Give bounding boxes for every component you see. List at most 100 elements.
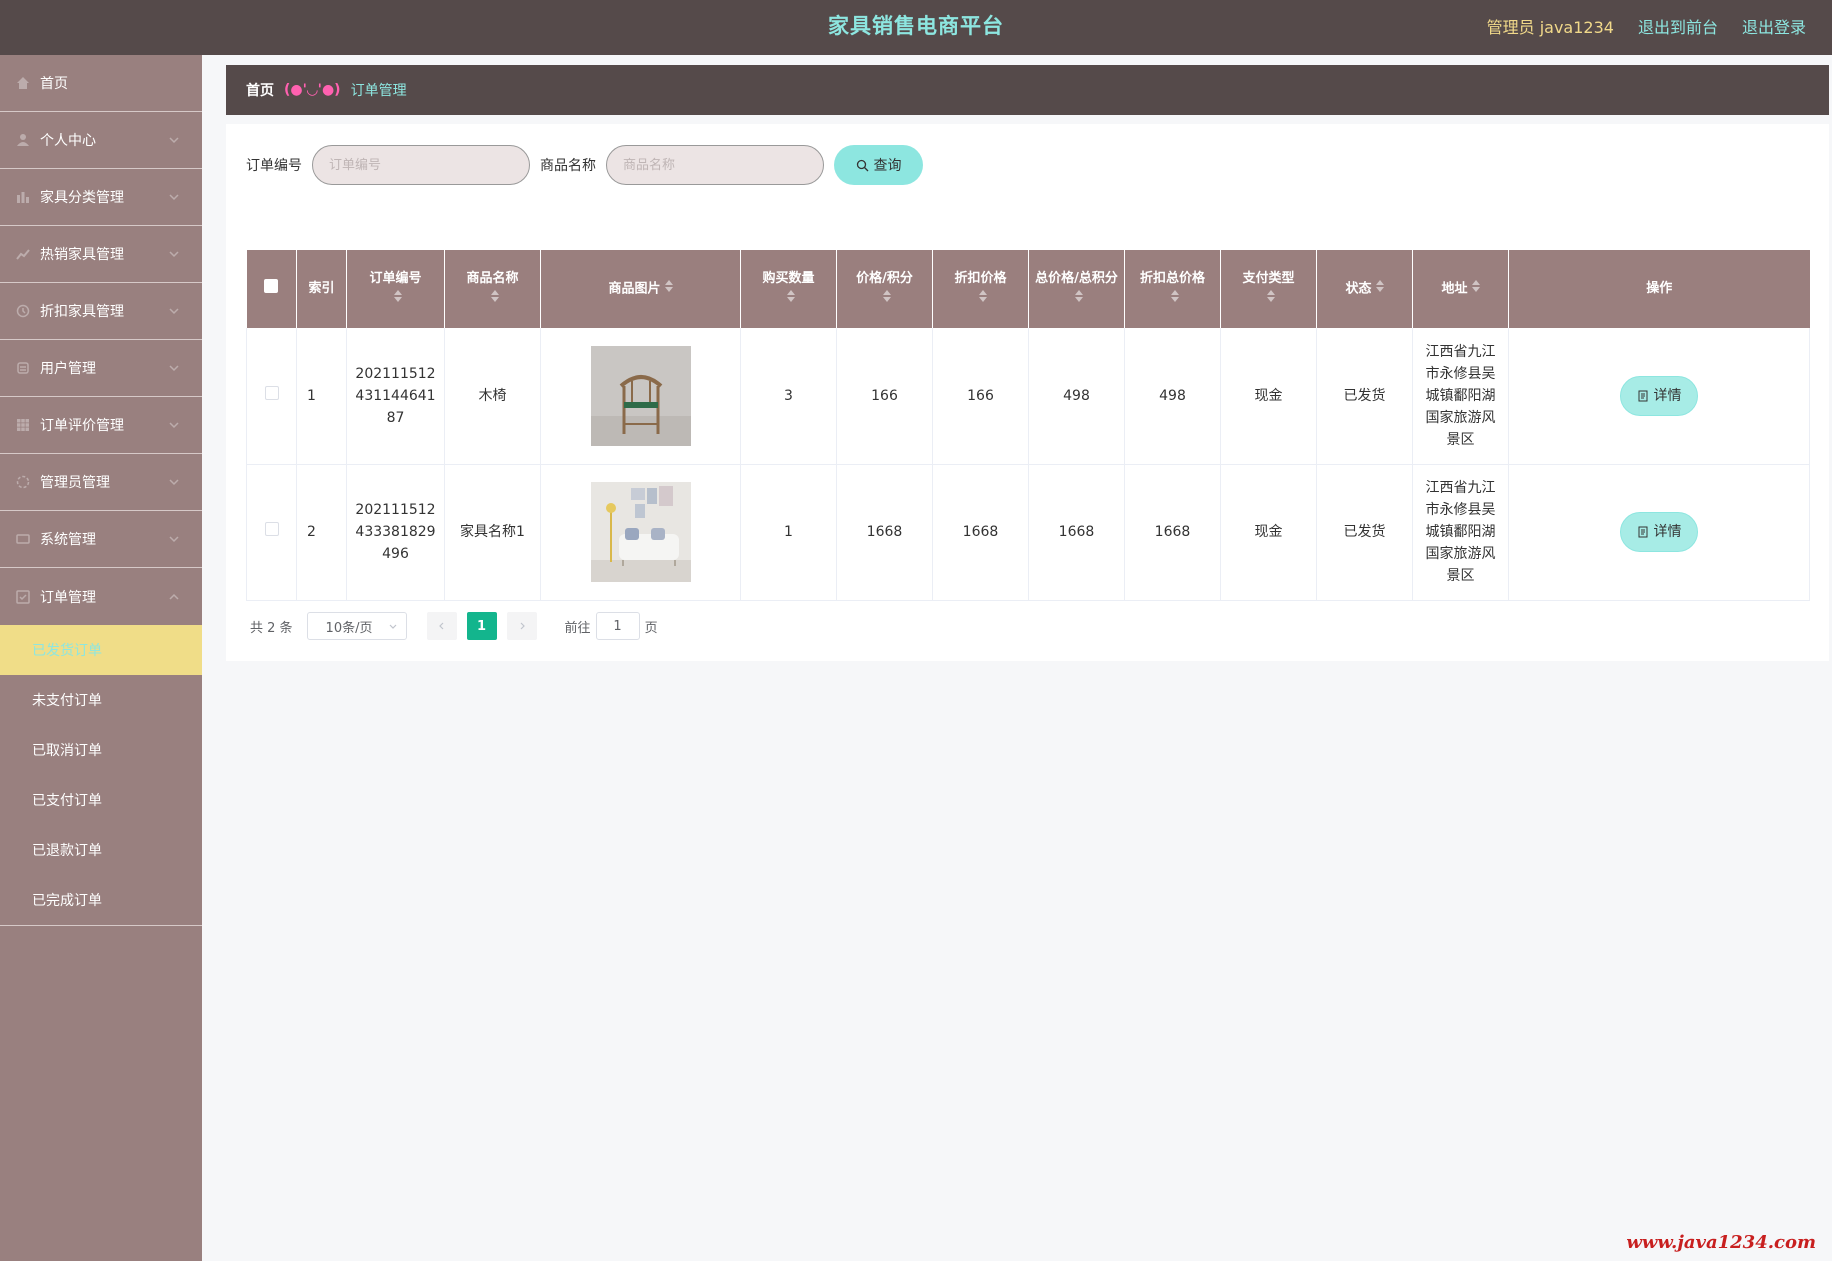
submenu-refunded-orders[interactable]: 已退款订单 [0, 825, 202, 875]
cell-price: 1668 [836, 464, 933, 601]
select-all-checkbox[interactable] [264, 278, 279, 293]
header-price-label: 价格/积分 [856, 270, 913, 286]
sidebar-item-profile[interactable]: 个人中心 [0, 112, 202, 169]
detail-button[interactable]: 详情 [1620, 375, 1698, 416]
cell-pay-type: 现金 [1220, 328, 1317, 465]
pagination: 共 2 条 10条/页 1 前往 1 页 [250, 612, 658, 640]
sort-icon[interactable] [664, 279, 673, 299]
row-checkbox[interactable] [264, 385, 279, 400]
chevron-down-icon [169, 194, 179, 201]
header-price[interactable]: 价格/积分 [836, 250, 933, 328]
header-pay-type[interactable]: 支付类型 [1220, 250, 1317, 328]
page-size-value: 10条/页 [325, 620, 373, 636]
submenu-completed-orders[interactable]: 已完成订单 [0, 875, 202, 925]
chevron-right-icon [520, 622, 525, 630]
sidebar-item-orders[interactable]: 订单管理 [0, 568, 202, 625]
header-status-label: 状态 [1345, 281, 1372, 297]
chart-icon [16, 247, 30, 261]
submenu-shipped-orders[interactable]: 已发货订单 [0, 625, 202, 675]
cell-index: 1 [296, 328, 347, 465]
sidebar-item-label: 首页 [40, 76, 68, 92]
sidebar-item-discount[interactable]: 折扣家具管理 [0, 283, 202, 340]
table-row: 2 202111512433381829496 家具名称1 1 1668 166… [246, 464, 1810, 601]
sidebar-item-users[interactable]: 用户管理 [0, 340, 202, 397]
header-discount-total[interactable]: 折扣总价格 [1124, 250, 1221, 328]
chair-image [590, 345, 691, 446]
header-address[interactable]: 地址 [1412, 250, 1509, 328]
cell-status: 已发货 [1316, 464, 1413, 601]
breadcrumb-separator: (●'◡'●) [284, 82, 341, 98]
sort-icon[interactable] [490, 289, 499, 309]
sidebar-item-category[interactable]: 家具分类管理 [0, 169, 202, 226]
order-no-input[interactable] [312, 145, 530, 185]
sort-icon[interactable] [978, 289, 987, 309]
chevron-down-icon [169, 479, 179, 486]
pagination-total: 共 2 条 [250, 620, 293, 636]
cell-quantity: 1 [740, 464, 837, 601]
document-icon [1638, 526, 1647, 538]
goto-page-input[interactable]: 1 [595, 612, 640, 640]
document-icon [1638, 390, 1647, 402]
header-quantity[interactable]: 购买数量 [740, 250, 837, 328]
sort-icon[interactable] [1471, 279, 1480, 299]
detail-button[interactable]: 详情 [1620, 512, 1698, 552]
page-number-current[interactable]: 1 [466, 612, 497, 640]
logout-link[interactable]: 退出登录 [1742, 14, 1806, 38]
sidebar-item-label: 家具分类管理 [40, 190, 124, 206]
page-size-select[interactable]: 10条/页 [306, 612, 407, 640]
cell-actions: 详情 [1508, 328, 1810, 465]
table-header-row: 索引 订单编号 商品名称 商品图片 购买数量 价格/积分 折扣价格 总价格/总积… [246, 250, 1810, 328]
front-link[interactable]: 退出到前台 [1638, 14, 1718, 38]
cell-discount-total: 1668 [1124, 464, 1221, 601]
breadcrumb-home[interactable]: 首页 [246, 80, 274, 100]
submenu-unpaid-orders[interactable]: 未支付订单 [0, 675, 202, 725]
chevron-up-icon [169, 593, 179, 600]
cell-address: 江西省九江市永修县吴城镇鄱阳湖国家旅游风景区 [1412, 464, 1509, 601]
sort-icon[interactable] [1375, 279, 1384, 299]
cell-product-name: 家具名称1 [444, 464, 541, 601]
sidebar-item-system[interactable]: 系统管理 [0, 511, 202, 568]
submenu-cancelled-orders[interactable]: 已取消订单 [0, 725, 202, 775]
sort-icon[interactable] [882, 289, 891, 309]
row-checkbox[interactable] [264, 522, 279, 536]
watermark: www.java1234.com [1626, 1232, 1816, 1253]
query-button[interactable]: 查询 [834, 145, 923, 185]
sidebar-item-label: 订单管理 [40, 589, 96, 606]
breadcrumb-current: 订单管理 [350, 83, 407, 99]
sidebar-item-hot[interactable]: 热销家具管理 [0, 226, 202, 283]
sidebar-item-label: 系统管理 [40, 532, 96, 548]
cell-product-image [540, 464, 741, 601]
header-discount-price[interactable]: 折扣价格 [932, 250, 1029, 328]
breadcrumb: 首页 (●'◡'●) 订单管理 [226, 65, 1829, 115]
main-panel: 订单编号 商品名称 查询 索引 订单编号 商品名称 商品图片 购买数量 价格/积… [226, 124, 1829, 661]
sidebar-item-review[interactable]: 订单评价管理 [0, 397, 202, 454]
sort-icon[interactable] [1266, 289, 1275, 309]
chevron-down-icon [169, 536, 179, 543]
sidebar-item-admin[interactable]: 管理员管理 [0, 454, 202, 511]
header-total[interactable]: 总价格/总积分 [1028, 250, 1125, 328]
header-product-image[interactable]: 商品图片 [540, 250, 741, 328]
submenu-paid-orders[interactable]: 已支付订单 [0, 775, 202, 825]
chevron-left-icon [438, 622, 443, 630]
sidebar-item-label: 折扣家具管理 [40, 304, 124, 320]
cell-order-no: 20211151243114464187 [346, 328, 445, 465]
header-discount-total-label: 折扣总价格 [1139, 270, 1205, 286]
sort-icon[interactable] [1074, 289, 1083, 309]
sort-icon[interactable] [1170, 289, 1179, 309]
sidebar-item-home[interactable]: 首页 [0, 55, 202, 112]
settings-icon [16, 532, 30, 546]
header-order-no[interactable]: 订单编号 [346, 250, 445, 328]
sort-icon[interactable] [393, 289, 402, 309]
sidebar-item-label: 管理员管理 [40, 475, 110, 491]
prev-page-button[interactable] [426, 612, 457, 640]
user-icon [16, 133, 30, 147]
select-all-header [246, 250, 297, 328]
product-name-input[interactable] [606, 145, 824, 185]
next-page-button[interactable] [506, 612, 537, 640]
header-address-label: 地址 [1441, 281, 1468, 297]
header-status[interactable]: 状态 [1316, 250, 1413, 328]
chevron-down-icon [389, 624, 396, 629]
header-product-name[interactable]: 商品名称 [444, 250, 541, 328]
sidebar-item-label: 订单评价管理 [40, 418, 124, 434]
sort-icon[interactable] [786, 289, 795, 309]
